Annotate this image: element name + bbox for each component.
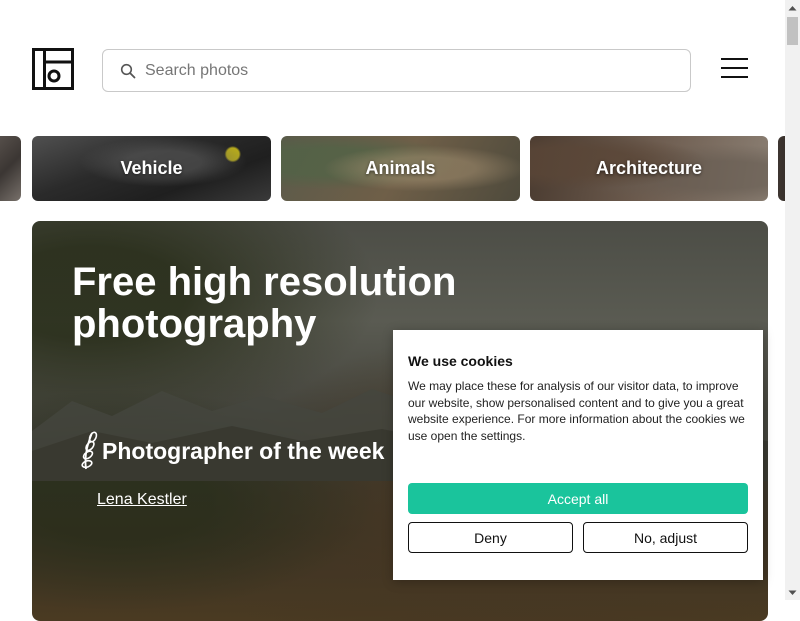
category-label: Architecture <box>595 158 703 178</box>
hamburger-menu-icon[interactable] <box>721 58 748 80</box>
category-card-vehicle[interactable]: Vehicle <box>32 136 271 201</box>
site-logo[interactable] <box>32 48 74 90</box>
accept-all-button[interactable]: Accept all <box>408 483 748 514</box>
search-input[interactable] <box>145 61 690 80</box>
cookie-consent-dialog: We use cookies We may place these for an… <box>393 330 763 580</box>
search-bar[interactable] <box>102 49 691 92</box>
photographer-of-week: Photographer of the week <box>78 429 384 473</box>
category-strip: Vehicle Animals Architecture <box>0 136 785 201</box>
category-card-partial-right[interactable] <box>778 136 785 201</box>
photographer-link[interactable]: Lena Kestler <box>97 491 187 509</box>
category-card-animals[interactable]: Animals <box>281 136 520 201</box>
category-card-architecture[interactable]: Architecture <box>530 136 768 201</box>
cookie-title: We use cookies <box>408 353 513 369</box>
laurel-icon <box>81 431 98 470</box>
category-label: Vehicle <box>120 158 183 178</box>
logo-icon <box>32 48 74 90</box>
category-label: Animals <box>365 158 436 178</box>
deny-button[interactable]: Deny <box>408 522 573 553</box>
scroll-up-icon[interactable] <box>785 0 800 15</box>
scroll-down-icon[interactable] <box>785 585 800 600</box>
vertical-scrollbar[interactable] <box>785 0 800 600</box>
potw-title: Photographer of the week <box>102 437 385 464</box>
cookie-description: We may place these for analysis of our v… <box>408 379 745 443</box>
scrollbar-thumb[interactable] <box>787 17 798 45</box>
category-card-partial-left[interactable] <box>0 136 21 201</box>
search-icon <box>120 63 136 79</box>
adjust-button[interactable]: No, adjust <box>583 522 748 553</box>
